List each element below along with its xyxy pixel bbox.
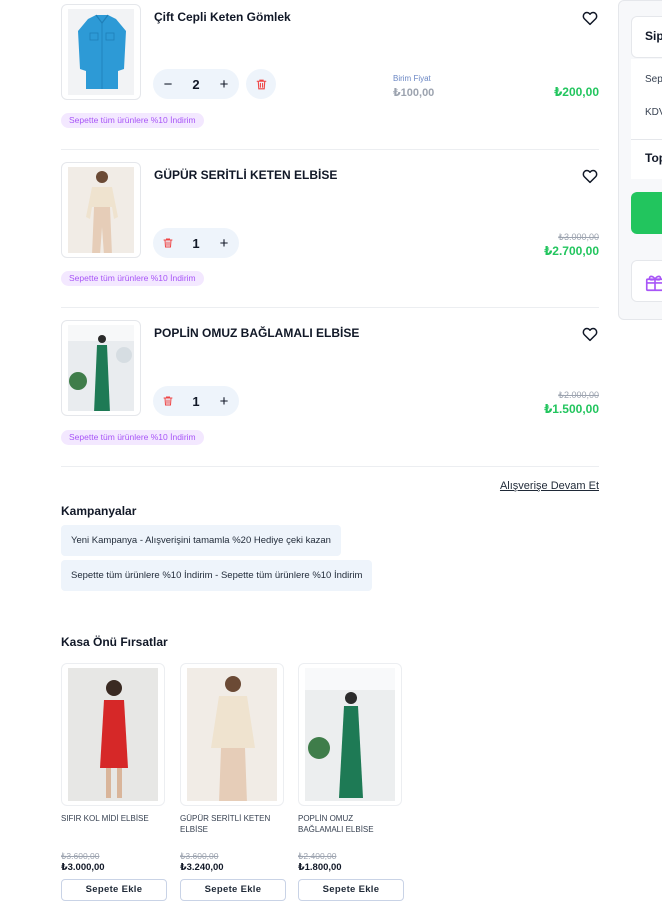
campaigns-title: Kampanyalar xyxy=(61,504,137,518)
item-total-price: ₺2.700,00 xyxy=(543,244,599,258)
trash-icon[interactable] xyxy=(153,228,183,258)
price: ₺1.800,00 xyxy=(298,862,342,873)
delete-button[interactable] xyxy=(246,69,276,99)
heart-icon[interactable] xyxy=(581,325,599,343)
summary-title: Sip xyxy=(645,29,662,43)
summary-subtotal-label: Sep xyxy=(645,74,662,85)
unit-price: ₺100,00 xyxy=(393,87,435,99)
trash-icon xyxy=(256,79,266,89)
checkout-button[interactable] xyxy=(631,192,662,234)
shirt-image xyxy=(68,9,134,95)
heart-icon[interactable] xyxy=(581,167,599,185)
trash-icon[interactable] xyxy=(153,386,183,416)
gift-icon xyxy=(645,275,662,292)
old-price: ₺3.000,00 xyxy=(558,232,599,242)
product-image[interactable] xyxy=(61,663,165,806)
add-to-cart-button[interactable]: Sepete Ekle xyxy=(61,879,167,901)
dress-image xyxy=(68,167,134,253)
product-thumbnail[interactable] xyxy=(61,162,141,258)
product-name[interactable]: POPLİN OMUZ BAĞLAMALI ELBİSE xyxy=(298,813,398,835)
divider xyxy=(61,149,599,150)
order-summary-panel: Sip Sep KDV Top xyxy=(618,0,662,320)
campaign-item[interactable]: Sepette tüm ürünlere %10 İndirim - Sepet… xyxy=(61,560,373,591)
product-image[interactable] xyxy=(180,663,284,806)
minus-icon[interactable]: − xyxy=(153,69,183,99)
dress-image xyxy=(68,325,134,411)
product-image[interactable] xyxy=(298,663,402,806)
price: ₺3.000,00 xyxy=(61,862,105,873)
old-price: ₺3.600,00 xyxy=(61,851,100,861)
add-to-cart-button[interactable]: Sepete Ekle xyxy=(298,879,404,901)
promo-badge: Sepette tüm ürünlere %10 İndirim xyxy=(61,271,204,286)
quantity-stepper: 1 + xyxy=(153,386,239,416)
old-price: ₺2.400,00 xyxy=(298,851,337,861)
item-total-price: ₺200,00 xyxy=(553,85,599,99)
checkout-deals-title: Kasa Önü Fırsatlar xyxy=(61,635,168,649)
plus-icon[interactable]: + xyxy=(209,69,239,99)
add-to-cart-button[interactable]: Sepete Ekle xyxy=(180,879,286,901)
price: ₺3.240,00 xyxy=(180,862,224,873)
product-title[interactable]: GÜPÜR SERİTLİ KETEN ELBİSE xyxy=(154,168,337,182)
summary-total-label: Top xyxy=(645,151,662,165)
deal-product-card: SIFIR KOL MİDİ ELBİSE ₺3.600,00 ₺3.000,0… xyxy=(61,663,167,901)
plus-icon[interactable]: + xyxy=(209,386,239,416)
deal-product-card: GÜPÜR SERİTLİ KETEN ELBİSE ₺3.600,00 ₺3.… xyxy=(180,663,286,901)
promo-badge: Sepette tüm ürünlere %10 İndirim xyxy=(61,430,204,445)
quantity-stepper: 1 + xyxy=(153,228,239,258)
heart-icon[interactable] xyxy=(581,9,599,27)
item-total-price: ₺1.500,00 xyxy=(543,402,599,416)
summary-lines xyxy=(631,59,662,139)
unit-price-label: Birim Fiyat xyxy=(393,74,431,83)
continue-shopping-link[interactable]: Alışverişe Devam Et xyxy=(500,480,599,492)
promo-badge: Sepette tüm ürünlere %10 İndirim xyxy=(61,113,204,128)
product-name[interactable]: GÜPÜR SERİTLİ KETEN ELBİSE xyxy=(180,813,280,835)
deal-product-card: POPLİN OMUZ BAĞLAMALI ELBİSE ₺2.400,00 ₺… xyxy=(298,663,404,901)
old-price: ₺3.600,00 xyxy=(180,851,219,861)
divider xyxy=(61,307,599,308)
product-thumbnail[interactable] xyxy=(61,4,141,100)
cart-item: POPLİN OMUZ BAĞLAMALI ELBİSE 1 + ₺2.000,… xyxy=(61,320,599,445)
divider xyxy=(61,466,599,467)
quantity-value[interactable]: 2 xyxy=(183,77,209,92)
old-price: ₺2.000,00 xyxy=(558,390,599,400)
product-title[interactable]: POPLİN OMUZ BAĞLAMALI ELBİSE xyxy=(154,326,359,340)
summary-vat-label: KDV xyxy=(645,107,662,118)
product-thumbnail[interactable] xyxy=(61,320,141,416)
quantity-value[interactable]: 1 xyxy=(183,394,209,409)
campaign-item[interactable]: Yeni Kampanya - Alışverişini tamamla %20… xyxy=(61,525,341,556)
quantity-stepper: − 2 + xyxy=(153,69,239,99)
gift-option-button[interactable] xyxy=(631,260,662,302)
cart-item: GÜPÜR SERİTLİ KETEN ELBİSE 1 + ₺3.000,00… xyxy=(61,162,599,287)
product-title[interactable]: Çift Cepli Keten Gömlek xyxy=(154,10,291,24)
cart-item: Çift Cepli Keten Gömlek − 2 + Birim Fiya… xyxy=(61,4,599,129)
product-name[interactable]: SIFIR KOL MİDİ ELBİSE xyxy=(61,813,161,824)
quantity-value[interactable]: 1 xyxy=(183,236,209,251)
plus-icon[interactable]: + xyxy=(209,228,239,258)
